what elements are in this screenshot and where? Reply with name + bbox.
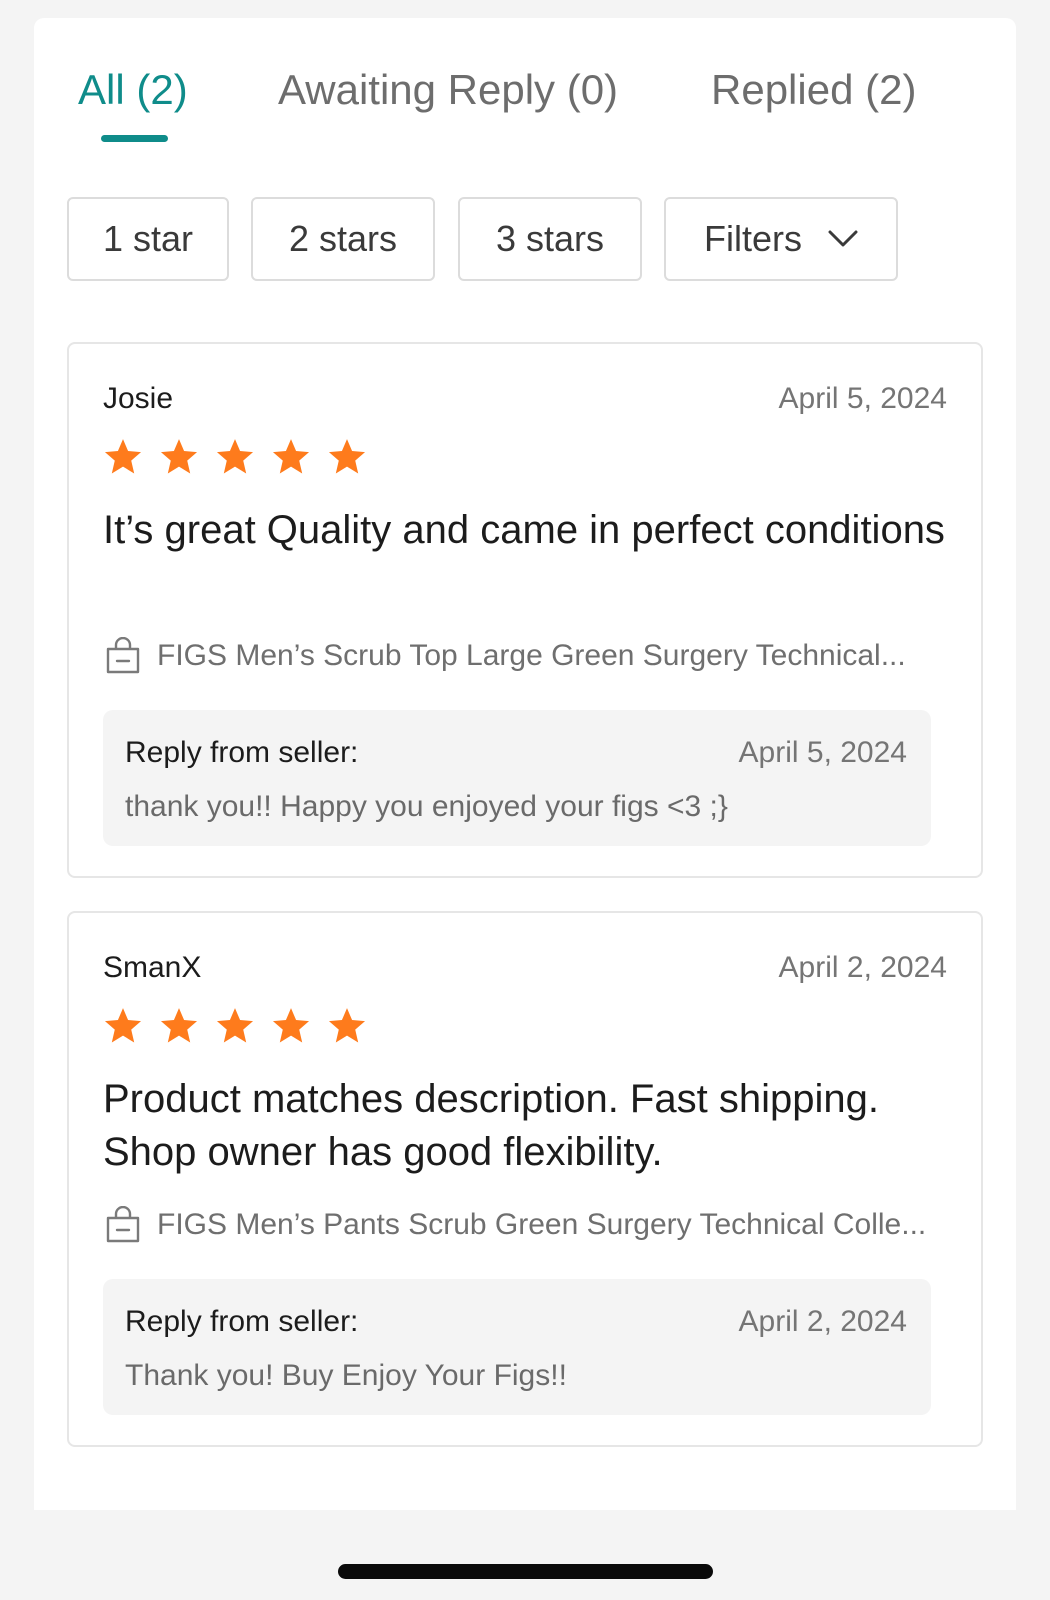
star-filled-icon — [328, 1008, 366, 1043]
reply-text: thank you!! Happy you enjoyed your figs … — [125, 790, 728, 823]
star-filled-icon — [328, 439, 366, 474]
reply-label: Reply from seller: — [125, 736, 359, 769]
home-indicator — [338, 1564, 713, 1579]
review-date: April 5, 2024 — [778, 382, 947, 415]
filters-dropdown-button[interactable]: Filters — [664, 197, 898, 281]
product-name: FIGS Men’s Scrub Top Large Green Surgery… — [157, 639, 906, 672]
filter-chip-1-star[interactable]: 1 star — [67, 197, 229, 281]
star-filled-icon — [160, 1008, 198, 1043]
review-text: It’s great Quality and came in perfect c… — [103, 508, 945, 552]
tab-all[interactable]: All (2) — [78, 66, 188, 114]
star-filled-icon — [160, 439, 198, 474]
filter-chip-3-stars[interactable]: 3 stars — [458, 197, 642, 281]
reviewer-name: SmanX — [103, 951, 202, 984]
seller-reply: Reply from seller: April 5, 2024 thank y… — [103, 710, 931, 846]
review-product-link[interactable]: FIGS Men’s Pants Scrub Green Surgery Tec… — [105, 1205, 945, 1245]
reply-date: April 5, 2024 — [738, 736, 907, 769]
reviews-panel: All (2) Awaiting Reply (0) Replied (2) 1… — [34, 18, 1016, 1510]
reply-date: April 2, 2024 — [738, 1305, 907, 1338]
shopping-bag-icon — [106, 637, 140, 674]
filter-chip-2-stars[interactable]: 2 stars — [251, 197, 435, 281]
star-filled-icon — [272, 1008, 310, 1043]
review-product-link[interactable]: FIGS Men’s Scrub Top Large Green Surgery… — [105, 636, 945, 676]
active-tab-indicator — [101, 135, 168, 142]
tab-replied[interactable]: Replied (2) — [711, 66, 916, 114]
star-filled-icon — [216, 439, 254, 474]
reply-text: Thank you! Buy Enjoy Your Figs!! — [125, 1359, 567, 1392]
star-filled-icon — [104, 1008, 142, 1043]
star-filled-icon — [104, 439, 142, 474]
star-rating — [102, 436, 368, 482]
reply-label: Reply from seller: — [125, 1305, 359, 1338]
review-tabs: All (2) Awaiting Reply (0) Replied (2) — [34, 18, 1016, 168]
reviewer-name: Josie — [103, 382, 174, 415]
filters-label: Filters — [704, 218, 802, 259]
review-card: SmanX April 2, 2024 Product matches desc… — [67, 911, 983, 1447]
star-filled-icon — [272, 439, 310, 474]
product-name: FIGS Men’s Pants Scrub Green Surgery Tec… — [157, 1208, 927, 1241]
review-text: Product matches description. Fast shippi… — [103, 1077, 879, 1174]
review-card: Josie April 5, 2024 It’s great Quality a… — [67, 342, 983, 878]
star-rating — [102, 1005, 368, 1051]
shopping-bag-icon — [106, 1206, 140, 1243]
tab-awaiting-reply[interactable]: Awaiting Reply (0) — [278, 66, 618, 114]
review-date: April 2, 2024 — [778, 951, 947, 984]
chevron-down-icon — [828, 230, 858, 248]
star-filled-icon — [216, 1008, 254, 1043]
seller-reply: Reply from seller: April 2, 2024 Thank y… — [103, 1279, 931, 1415]
